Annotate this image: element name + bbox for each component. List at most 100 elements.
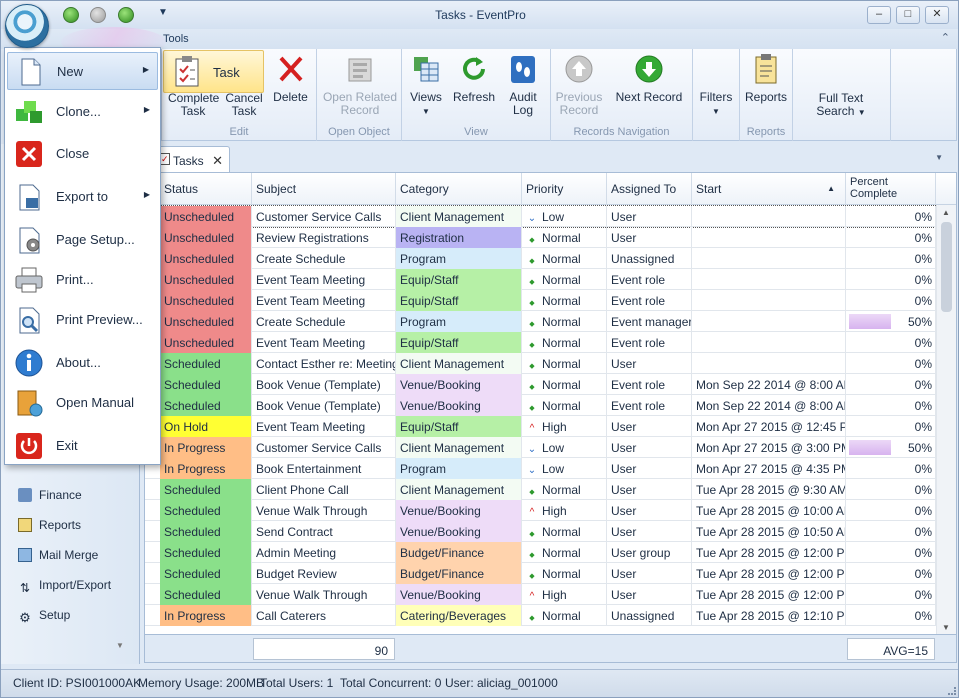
cell-status: In Progress — [160, 605, 252, 626]
cell-subject: Event Team Meeting — [252, 332, 396, 353]
cell-start — [692, 311, 846, 332]
nav-item-reports[interactable]: Reports — [18, 516, 81, 540]
table-row[interactable]: Unscheduled Create Schedule Program ◆ Normal… — [145, 248, 936, 269]
grid-vertical-scrollbar[interactable]: ▲ ▼ — [936, 205, 956, 634]
table-row[interactable]: Scheduled Contact Esther re: Meeting Clien… — [145, 353, 936, 374]
application-menu-orb[interactable] — [5, 4, 49, 48]
cell-assigned: User — [607, 416, 692, 437]
column-header-subject[interactable]: Subject — [252, 173, 396, 205]
group-label-records-navigation: Records Navigation — [573, 126, 670, 138]
menu-item-about[interactable]: About... — [7, 344, 158, 382]
open-related-record-button[interactable]: Open Related Record — [321, 53, 399, 117]
table-row[interactable]: Scheduled Client Phone Call Client Managem… — [145, 479, 936, 500]
table-row[interactable]: Unscheduled Event Team Meeting Equip/Staff… — [145, 290, 936, 311]
close-tab-icon[interactable]: ✕ — [212, 153, 223, 169]
cell-assigned: User — [607, 353, 692, 374]
views-button[interactable]: Views ▼ — [408, 53, 444, 118]
cell-percent: 0% — [846, 584, 936, 605]
ribbon-group-edit: Task Complete Task Cancel Task Delete Edit — [162, 49, 317, 141]
refresh-quick-icon[interactable] — [63, 7, 79, 23]
tab-list-dropdown-icon[interactable]: ▼ — [935, 153, 943, 162]
table-row[interactable]: Unscheduled Customer Service Calls Client … — [145, 205, 936, 228]
nav-item-import-export[interactable]: ⇅ Import/Export — [18, 576, 111, 600]
table-row[interactable]: On Hold Event Team Meeting Equip/Staff ^ Hig… — [145, 416, 936, 437]
column-header-percent-complete[interactable]: Percent Complete — [846, 173, 936, 205]
nav-item-setup[interactable]: ⚙ Setup — [18, 606, 70, 630]
new-task-menu-item[interactable]: Task — [163, 50, 264, 93]
group-label-view: View — [464, 126, 488, 138]
table-row[interactable]: Unscheduled Create Schedule Program ◆ Normal… — [145, 311, 936, 332]
column-header-assigned-to[interactable]: Assigned To — [607, 173, 692, 205]
cell-category: Client Management — [396, 353, 522, 374]
audit-log-button[interactable]: Audit Log — [504, 53, 542, 117]
table-row[interactable]: Scheduled Venue Walk Through Venue/Booking… — [145, 500, 936, 521]
table-row[interactable]: Scheduled Book Venue (Template) Venue/Book… — [145, 374, 936, 395]
next-quick-icon[interactable] — [118, 7, 134, 23]
ribbon-collapse-icon[interactable]: ⌃ — [941, 31, 950, 44]
cell-subject: Create Schedule — [252, 248, 396, 269]
audit-log-icon — [511, 56, 535, 83]
cell-category: Client Management — [396, 437, 522, 458]
cell-priority: ⌄ Low — [522, 437, 607, 458]
table-row[interactable]: Scheduled Book Venue (Template) Venue/Book… — [145, 395, 936, 416]
menu-item-new[interactable]: New ▶ — [7, 52, 158, 90]
cell-assigned: Event manager — [607, 311, 692, 332]
delete-button[interactable]: Delete — [268, 53, 313, 104]
refresh-button[interactable]: Refresh — [452, 53, 496, 104]
previous-record-button[interactable]: Previous Record — [555, 53, 603, 117]
column-header-category[interactable]: Category — [396, 173, 522, 205]
next-record-button[interactable]: Next Record — [611, 53, 687, 104]
table-row[interactable]: Unscheduled Event Team Meeting Equip/Staff… — [145, 332, 936, 353]
nav-item-finance[interactable]: Finance — [18, 486, 82, 510]
cell-status: In Progress — [160, 437, 252, 458]
cell-priority: ◆ Normal — [522, 395, 607, 416]
cell-start: Tue Apr 28 2015 @ 10:50 AM — [692, 521, 846, 542]
cell-percent: 0% — [846, 500, 936, 521]
close-window-button[interactable]: ✕ — [925, 6, 949, 24]
maximize-button[interactable]: □ — [896, 6, 920, 24]
table-row[interactable]: Scheduled Admin Meeting Budget/Finance ◆ Nor… — [145, 542, 936, 563]
export-icon — [19, 184, 40, 211]
print-preview-icon — [19, 307, 40, 334]
cell-priority: ◆ Normal — [522, 374, 607, 395]
cell-status: Unscheduled — [160, 290, 252, 311]
table-row[interactable]: Scheduled Send Contract Venue/Booking ◆ Norm… — [145, 521, 936, 542]
reports-button[interactable]: Reports — [743, 53, 789, 104]
cancel-task-button[interactable]: Cancel Task — [224, 92, 264, 118]
table-row[interactable]: In Progress Book Entertainment Program ⌄ Low… — [145, 458, 936, 479]
menu-item-export-to[interactable]: Export to ▶ — [7, 178, 158, 216]
minimize-button[interactable]: – — [867, 6, 891, 24]
table-row[interactable]: Unscheduled Event Team Meeting Equip/Staff… — [145, 269, 936, 290]
nav-item-mail-merge[interactable]: Mail Merge — [18, 546, 98, 570]
table-row[interactable]: Scheduled Venue Walk Through Venue/Booking… — [145, 584, 936, 605]
table-row[interactable]: In Progress Customer Service Calls Client … — [145, 437, 936, 458]
menu-item-exit[interactable]: Exit — [7, 427, 158, 465]
previous-quick-icon[interactable] — [90, 7, 106, 23]
menu-item-open-manual[interactable]: Open Manual — [7, 384, 158, 422]
nav-pane-more-icon[interactable]: ▼ — [116, 641, 124, 650]
menu-item-clone[interactable]: Clone... ▶ — [7, 93, 158, 131]
resize-grip-icon[interactable] — [948, 687, 956, 695]
column-header-status[interactable]: Status — [160, 173, 252, 205]
menu-item-print-preview[interactable]: Print Preview... — [7, 301, 158, 339]
quick-access-dropdown-icon[interactable]: ▼ — [158, 7, 168, 18]
column-header-start[interactable]: Start ▲ — [692, 173, 846, 205]
table-row[interactable]: Unscheduled Review Registrations Registrat… — [145, 227, 936, 248]
cell-start — [692, 353, 846, 374]
tab-tasks[interactable]: ✓ Tasks ✕ — [156, 146, 230, 172]
table-row[interactable]: In Progress Call Caterers Catering/Beverag… — [145, 605, 936, 626]
filters-button[interactable]: Filters ▼ — [695, 91, 737, 118]
menu-item-page-setup[interactable]: Page Setup... — [7, 221, 158, 259]
cell-subject: Create Schedule — [252, 311, 396, 332]
tab-tools[interactable]: Tools — [163, 33, 189, 45]
full-text-search-button[interactable]: Full Text Search ▼ — [808, 92, 874, 119]
column-header-priority[interactable]: Priority — [522, 173, 607, 205]
menu-item-close[interactable]: Close — [7, 135, 158, 173]
normal-priority-icon: ◆ — [529, 552, 535, 559]
cell-assigned: User — [607, 206, 692, 227]
menu-item-print[interactable]: Print... — [7, 261, 158, 299]
complete-task-button[interactable]: Complete Task — [168, 92, 219, 118]
cell-percent: 0% — [846, 395, 936, 416]
cell-priority: ⌄ Low — [522, 458, 607, 479]
table-row[interactable]: Scheduled Budget Review Budget/Finance ◆ Nor… — [145, 563, 936, 584]
